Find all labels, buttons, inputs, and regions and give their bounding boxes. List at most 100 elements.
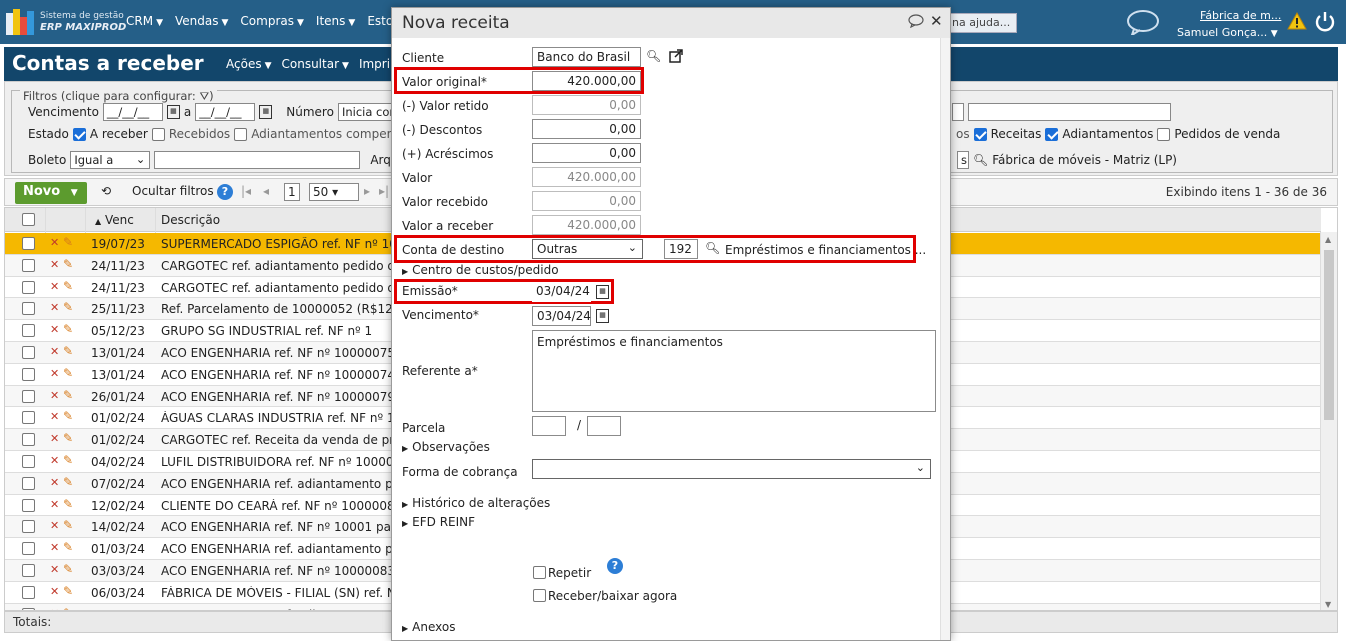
- conta-codigo-input[interactable]: 192: [664, 239, 698, 259]
- menu-vendas[interactable]: Vendas ▼: [175, 14, 228, 28]
- edit-icon[interactable]: ✎: [63, 279, 73, 293]
- consultar-menu[interactable]: Consultar ▼: [282, 57, 349, 71]
- delete-icon[interactable]: ✕: [50, 280, 59, 293]
- row-checkbox[interactable]: [22, 237, 35, 250]
- delete-icon[interactable]: ✕: [50, 389, 59, 402]
- maxiprod-logo[interactable]: [6, 9, 34, 35]
- calendar-icon[interactable]: ▦: [596, 309, 609, 323]
- search-value-input[interactable]: [968, 103, 1171, 121]
- edit-icon[interactable]: ✎: [63, 388, 73, 402]
- last-page-icon[interactable]: ▸|: [379, 184, 389, 198]
- row-checkbox[interactable]: [22, 258, 35, 272]
- row-checkbox[interactable]: [22, 563, 35, 577]
- select-all-checkbox[interactable]: [22, 213, 35, 226]
- centro-custos-expander[interactable]: ▶ Centro de custos/pedido: [402, 263, 559, 277]
- row-checkbox[interactable]: [22, 345, 35, 359]
- help-search-input[interactable]: na ajuda...: [947, 13, 1017, 33]
- emissao-input[interactable]: 03/04/24: [532, 282, 591, 302]
- vencimento-end-input[interactable]: __/__/__: [195, 103, 256, 121]
- table-scrollbar[interactable]: ▲ ▼: [1320, 232, 1337, 610]
- delete-icon[interactable]: ✕: [50, 541, 59, 554]
- delete-icon[interactable]: ✕: [50, 410, 59, 423]
- power-icon[interactable]: [1314, 10, 1336, 32]
- edit-icon[interactable]: ✎: [63, 431, 73, 445]
- delete-icon[interactable]: ✕: [50, 498, 59, 511]
- conta-descricao[interactable]: Empréstimos e financiamentos ...: [725, 243, 926, 257]
- close-icon[interactable]: ✕: [930, 12, 943, 30]
- calendar-icon[interactable]: ▦: [166, 105, 180, 119]
- tipo-pedidos-venda-checkbox[interactable]: [1157, 127, 1171, 141]
- warning-icon[interactable]: [1287, 12, 1307, 30]
- edit-icon[interactable]: ✎: [63, 300, 73, 314]
- next-page-icon[interactable]: ▸: [364, 184, 370, 198]
- row-checkbox[interactable]: [22, 520, 35, 534]
- vencimento-start-input[interactable]: __/__/__: [102, 103, 163, 121]
- efd-reinf-expander[interactable]: ▶ EFD REINF: [402, 515, 475, 529]
- dialog-scrollbar[interactable]: [940, 38, 950, 640]
- operator-select[interactable]: [952, 103, 964, 121]
- search-icon[interactable]: 🔍︎: [973, 153, 988, 167]
- delete-icon[interactable]: ✕: [50, 519, 59, 532]
- row-checkbox[interactable]: [22, 433, 35, 447]
- refresh-icon[interactable]: ⟲: [101, 184, 111, 198]
- referente-textarea[interactable]: Empréstimos e financiamentos: [532, 330, 936, 412]
- ocultar-filtros-button[interactable]: Ocultar filtros: [132, 184, 214, 198]
- calendar-icon[interactable]: ▦: [259, 105, 273, 119]
- boleto-value-input[interactable]: [154, 151, 361, 169]
- filters-legend[interactable]: Filtros (clique para configurar: ⛛): [20, 89, 217, 104]
- menu-crm[interactable]: CRM ▼: [126, 14, 163, 28]
- estado-a-receber-checkbox[interactable]: [72, 127, 86, 141]
- historico-expander[interactable]: ▶ Histórico de alterações: [402, 496, 550, 510]
- delete-icon[interactable]: ✕: [50, 236, 59, 249]
- filter-icon[interactable]: ⛛: [199, 89, 209, 103]
- row-checkbox[interactable]: [22, 411, 35, 425]
- edit-icon[interactable]: ✎: [63, 409, 73, 423]
- prev-page-icon[interactable]: ◂: [263, 184, 269, 198]
- anexos-expander[interactable]: ▶ Anexos: [402, 620, 455, 634]
- help-icon[interactable]: ?: [217, 184, 233, 200]
- row-checkbox[interactable]: [22, 324, 35, 338]
- delete-icon[interactable]: ✕: [50, 345, 59, 358]
- estado-recebidos-checkbox[interactable]: [151, 127, 165, 141]
- menu-compras[interactable]: Compras ▼: [240, 14, 304, 28]
- tipo-receitas-checkbox[interactable]: [973, 127, 987, 141]
- acrescimos-input[interactable]: 0,00: [532, 143, 641, 163]
- row-checkbox[interactable]: [22, 389, 35, 403]
- estado-adiantamentos-checkbox[interactable]: [234, 127, 248, 141]
- calendar-icon[interactable]: ▦: [596, 285, 609, 299]
- search-icon[interactable]: 🔍︎: [705, 241, 720, 255]
- edit-icon[interactable]: ✎: [63, 235, 73, 249]
- delete-icon[interactable]: ✕: [50, 432, 59, 445]
- actions-menu[interactable]: Ações ▼: [226, 57, 272, 71]
- user-menu[interactable]: Samuel Gonça... ▼: [1177, 26, 1278, 39]
- company-selector[interactable]: Fábrica de m...: [1200, 9, 1281, 22]
- menu-estoque[interactable]: Esto: [367, 14, 393, 28]
- row-checkbox[interactable]: [22, 367, 35, 381]
- search-icon[interactable]: 🔍︎: [646, 49, 661, 63]
- edit-icon[interactable]: ✎: [63, 366, 73, 380]
- edit-icon[interactable]: ✎: [63, 497, 73, 511]
- delete-icon[interactable]: ✕: [50, 563, 59, 576]
- conta-destino-select[interactable]: Outras ⌄: [532, 239, 643, 259]
- empresa-filter-value[interactable]: Fábrica de móveis - Matriz (LP): [992, 153, 1177, 167]
- vencimento-input[interactable]: 03/04/24: [532, 306, 591, 326]
- receber-baixar-checkbox[interactable]: [533, 589, 546, 602]
- delete-icon[interactable]: ✕: [50, 585, 59, 598]
- help-icon[interactable]: ?: [607, 558, 623, 574]
- delete-icon[interactable]: ✕: [50, 454, 59, 467]
- row-checkbox[interactable]: [22, 280, 35, 294]
- row-checkbox[interactable]: [22, 476, 35, 490]
- edit-icon[interactable]: ✎: [63, 322, 73, 336]
- edit-icon[interactable]: ✎: [63, 257, 73, 271]
- descontos-input[interactable]: 0,00: [532, 119, 641, 139]
- per-page-select[interactable]: 50 ▾: [309, 183, 359, 201]
- edit-icon[interactable]: ✎: [63, 562, 73, 576]
- delete-icon[interactable]: ✕: [50, 301, 59, 314]
- tipo-adiantamentos-checkbox[interactable]: [1045, 127, 1059, 141]
- delete-icon[interactable]: ✕: [50, 323, 59, 336]
- edit-icon[interactable]: ✎: [63, 475, 73, 489]
- delete-icon[interactable]: ✕: [50, 476, 59, 489]
- row-checkbox[interactable]: [22, 498, 35, 512]
- observacoes-expander[interactable]: ▶ Observações: [402, 440, 490, 454]
- comment-icon[interactable]: [908, 14, 924, 28]
